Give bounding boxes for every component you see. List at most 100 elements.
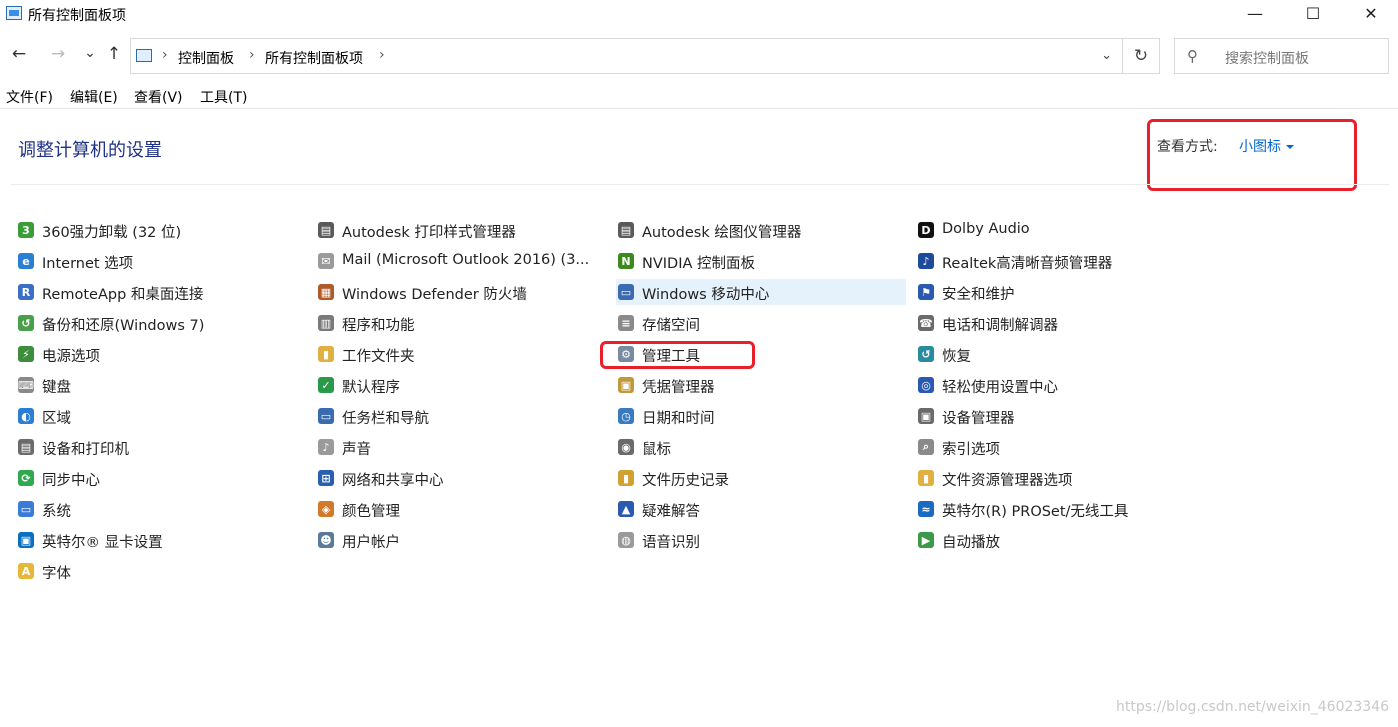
control-panel-item[interactable]: ◷ 日期和时间 [616, 403, 906, 429]
control-panel-item-label: 轻松使用设置中心 [942, 380, 1058, 396]
control-panel-item-label: 日期和时间 [642, 411, 715, 427]
mail-icon: ✉ [318, 253, 334, 269]
mouse-icon: ◉ [618, 439, 634, 455]
control-panel-item-label: 声音 [342, 442, 371, 458]
control-panel-item[interactable]: ▣ 凭据管理器 [616, 372, 906, 398]
control-panel-item-label: Windows 移动中心 [642, 287, 770, 303]
window-title: 所有控制面板项 [28, 8, 126, 24]
control-panel-item[interactable]: N NVIDIA 控制面板 [616, 248, 906, 274]
search-input[interactable]: ⚲ 搜索控制面板 [1174, 38, 1389, 74]
network-icon: ⊞ [318, 470, 334, 486]
control-panel-item[interactable]: ▣ 设备管理器 [916, 403, 1206, 429]
control-panel-item-label: 同步中心 [42, 473, 100, 489]
globe-icon: e [18, 253, 34, 269]
control-panel-item[interactable]: ↺ 恢复 [916, 341, 1206, 367]
intel-graphics-icon: ▣ [18, 532, 34, 548]
maximize-button[interactable]: ☐ [1284, 0, 1342, 30]
control-panel-item[interactable]: ≡ 存储空间 [616, 310, 906, 336]
control-panel-item[interactable]: A 字体 [16, 558, 306, 584]
flag-icon: ⚑ [918, 284, 934, 300]
control-panel-item[interactable]: ▤ 设备和打印机 [16, 434, 306, 460]
address-bar[interactable]: › 控制面板 › 所有控制面板项 › ⌄ [130, 38, 1123, 74]
breadcrumb-control-panel[interactable]: 控制面板 [178, 48, 234, 68]
control-panel-item[interactable]: ⊞ 网络和共享中心 [316, 465, 606, 491]
title-bar: 所有控制面板项 — ☐ ✕ [0, 0, 1398, 30]
ease-of-access-icon: ◎ [918, 377, 934, 393]
forward-button[interactable]: → [46, 44, 70, 64]
control-panel-item[interactable]: e Internet 选项 [16, 248, 306, 274]
close-button[interactable]: ✕ [1342, 0, 1398, 30]
address-dropdown-button[interactable]: ⌄ [1101, 48, 1112, 63]
printer-style-icon: ▤ [318, 222, 334, 238]
device-manager-icon: ▣ [918, 408, 934, 424]
breadcrumb-all-items[interactable]: 所有控制面板项 [265, 48, 363, 68]
control-panel-item-label: 键盘 [42, 380, 71, 396]
control-panel-item[interactable]: ✓ 默认程序 [316, 372, 606, 398]
menu-view[interactable]: 查看(V) [134, 87, 183, 107]
control-panel-item[interactable]: ◎ 轻松使用设置中心 [916, 372, 1206, 398]
control-panel-item[interactable]: ◍ 语音识别 [616, 527, 906, 553]
taskbar-icon: ▭ [318, 408, 334, 424]
control-panel-item[interactable]: ▶ 自动播放 [916, 527, 1206, 553]
control-panel-item[interactable]: ⌕ 索引选项 [916, 434, 1206, 460]
clock-icon: ◷ [618, 408, 634, 424]
explorer-options-icon: ▮ [918, 470, 934, 486]
menu-edit[interactable]: 编辑(E) [70, 87, 118, 107]
control-panel-item[interactable]: ▦ Windows Defender 防火墙 [316, 279, 606, 305]
recent-locations-button[interactable]: ⌄ [78, 45, 102, 61]
control-panel-item[interactable]: ♪ Realtek高清晰音频管理器 [916, 248, 1206, 274]
control-panel-item[interactable]: ▲ 疑难解答 [616, 496, 906, 522]
control-panel-item-label: 电源选项 [42, 349, 100, 365]
menu-tools[interactable]: 工具(T) [200, 87, 247, 107]
back-button[interactable]: ← [7, 44, 31, 64]
control-panel-item-label: 颜色管理 [342, 504, 400, 520]
control-panel-item[interactable]: ⚑ 安全和维护 [916, 279, 1206, 305]
control-panel-item-label: 字体 [42, 566, 71, 582]
control-panel-item[interactable]: 3 360强力卸载 (32 位) [16, 217, 306, 243]
page-title: 调整计算机的设置 [18, 140, 162, 161]
control-panel-item[interactable]: ◐ 区域 [16, 403, 306, 429]
minimize-button[interactable]: — [1226, 0, 1284, 30]
control-panel-item-label: 凭据管理器 [642, 380, 715, 396]
breadcrumb-separator[interactable]: › [249, 47, 255, 63]
sound-icon: ♪ [318, 439, 334, 455]
control-panel-item[interactable]: ▮ 工作文件夹 [316, 341, 606, 367]
control-panel-item[interactable]: ▭ 系统 [16, 496, 306, 522]
control-panel-item[interactable]: ⟳ 同步中心 [16, 465, 306, 491]
refresh-button[interactable]: ↻ [1123, 38, 1160, 74]
control-panel-item[interactable]: ⚡ 电源选项 [16, 341, 306, 367]
microphone-icon: ◍ [618, 532, 634, 548]
phone-icon: ☎ [918, 315, 934, 331]
control-panel-item[interactable]: ◉ 鼠标 [616, 434, 906, 460]
breadcrumb-separator[interactable]: › [379, 47, 385, 63]
control-panel-item[interactable]: ≈ 英特尔(R) PROSet/无线工具 [916, 496, 1206, 522]
control-panel-item[interactable]: ▭ 任务栏和导航 [316, 403, 606, 429]
control-panel-item[interactable]: ⌨ 键盘 [16, 372, 306, 398]
nvidia-icon: N [618, 253, 634, 269]
control-panel-item[interactable]: ▮ 文件历史记录 [616, 465, 906, 491]
control-panel-item[interactable]: ◈ 颜色管理 [316, 496, 606, 522]
control-panel-item-label: Internet 选项 [42, 256, 134, 272]
control-panel-item[interactable]: ▣ 英特尔® 显卡设置 [16, 527, 306, 553]
up-button[interactable]: ↑ [102, 44, 126, 64]
control-panel-item[interactable]: ▥ 程序和功能 [316, 310, 606, 336]
control-panel-item[interactable]: ☎ 电话和调制解调器 [916, 310, 1206, 336]
control-panel-item-label: 疑难解答 [642, 504, 700, 520]
control-panel-item-label: Windows Defender 防火墙 [342, 287, 527, 303]
control-panel-item[interactable]: ▤ Autodesk 绘图仪管理器 [616, 217, 906, 243]
control-panel-item[interactable]: ✉ Mail (Microsoft Outlook 2016) (3... [316, 248, 606, 274]
sync-icon: ⟳ [18, 470, 34, 486]
control-panel-item[interactable]: ▮ 文件资源管理器选项 [916, 465, 1206, 491]
control-panel-item[interactable]: ▤ Autodesk 打印样式管理器 [316, 217, 606, 243]
control-panel-item[interactable]: ☻ 用户帐户 [316, 527, 606, 553]
control-panel-item[interactable]: ▭ Windows 移动中心 [616, 279, 906, 305]
control-panel-item[interactable]: ↺ 备份和还原(Windows 7) [16, 310, 306, 336]
control-panel-item-label: 恢复 [942, 349, 971, 365]
control-panel-item[interactable]: R RemoteApp 和桌面连接 [16, 279, 306, 305]
control-panel-item[interactable]: ♪ 声音 [316, 434, 606, 460]
control-panel-item[interactable]: D Dolby Audio [916, 217, 1206, 243]
menu-file[interactable]: 文件(F) [6, 87, 53, 107]
remote-desktop-icon: R [18, 284, 34, 300]
control-panel-item-label: 文件资源管理器选项 [942, 473, 1073, 489]
wireless-icon: ≈ [918, 501, 934, 517]
